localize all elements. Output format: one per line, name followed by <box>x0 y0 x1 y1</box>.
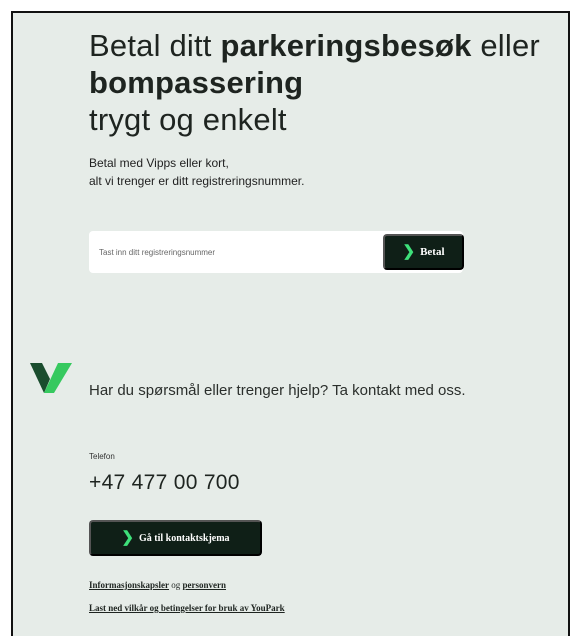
privacy-row: Informasjonskapsler og personvern <box>89 580 285 590</box>
registration-search-box: ❯ Betal <box>89 231 464 273</box>
phone-number[interactable]: +47 477 00 700 <box>89 471 240 495</box>
subtitle-line-1: Betal med Vipps eller kort, <box>89 156 229 170</box>
title-bold-parking: parkeringsbesøk <box>220 28 472 63</box>
chevron-right-icon: ❯ <box>402 243 416 260</box>
registration-number-input[interactable] <box>99 231 369 273</box>
phone-label: Telefon <box>89 452 115 461</box>
terms-row: Last ned vilkår og betingelser for bruk … <box>89 603 285 613</box>
hero-section: Betal ditt parkeringsbesøk eller bompass… <box>89 27 568 273</box>
contact-button-label: Gå til kontaktskjema <box>139 532 230 544</box>
page-title: Betal ditt parkeringsbesøk eller bompass… <box>89 27 568 138</box>
conjunction-text: og <box>171 580 181 590</box>
youpark-logo-icon <box>30 363 72 393</box>
title-bold-toll: bompassering <box>89 65 304 100</box>
title-text-2: eller <box>471 28 540 63</box>
subtitle-line-2: alt vi trenger er ditt registreringsnumm… <box>89 174 305 188</box>
help-text: Har du spørsmål eller trenger hjelp? Ta … <box>89 382 466 399</box>
chevron-right-icon: ❯ <box>121 529 134 546</box>
footer-links: Informasjonskapsler og personvern Last n… <box>89 580 285 626</box>
pay-button[interactable]: ❯ Betal <box>383 234 464 270</box>
cookies-link[interactable]: Informasjonskapsler <box>89 580 169 590</box>
hero-subtitle: Betal med Vipps eller kort, alt vi treng… <box>89 154 568 190</box>
pay-button-label: Betal <box>420 246 445 258</box>
contact-form-button[interactable]: ❯ Gå til kontaktskjema <box>89 520 262 556</box>
privacy-link[interactable]: personvern <box>183 580 227 590</box>
title-text-3: trygt og enkelt <box>89 102 287 137</box>
terms-link[interactable]: Last ned vilkår og betingelser for bruk … <box>89 603 285 613</box>
page-frame: Betal ditt parkeringsbesøk eller bompass… <box>11 11 570 636</box>
title-text-1: Betal ditt <box>89 28 221 63</box>
